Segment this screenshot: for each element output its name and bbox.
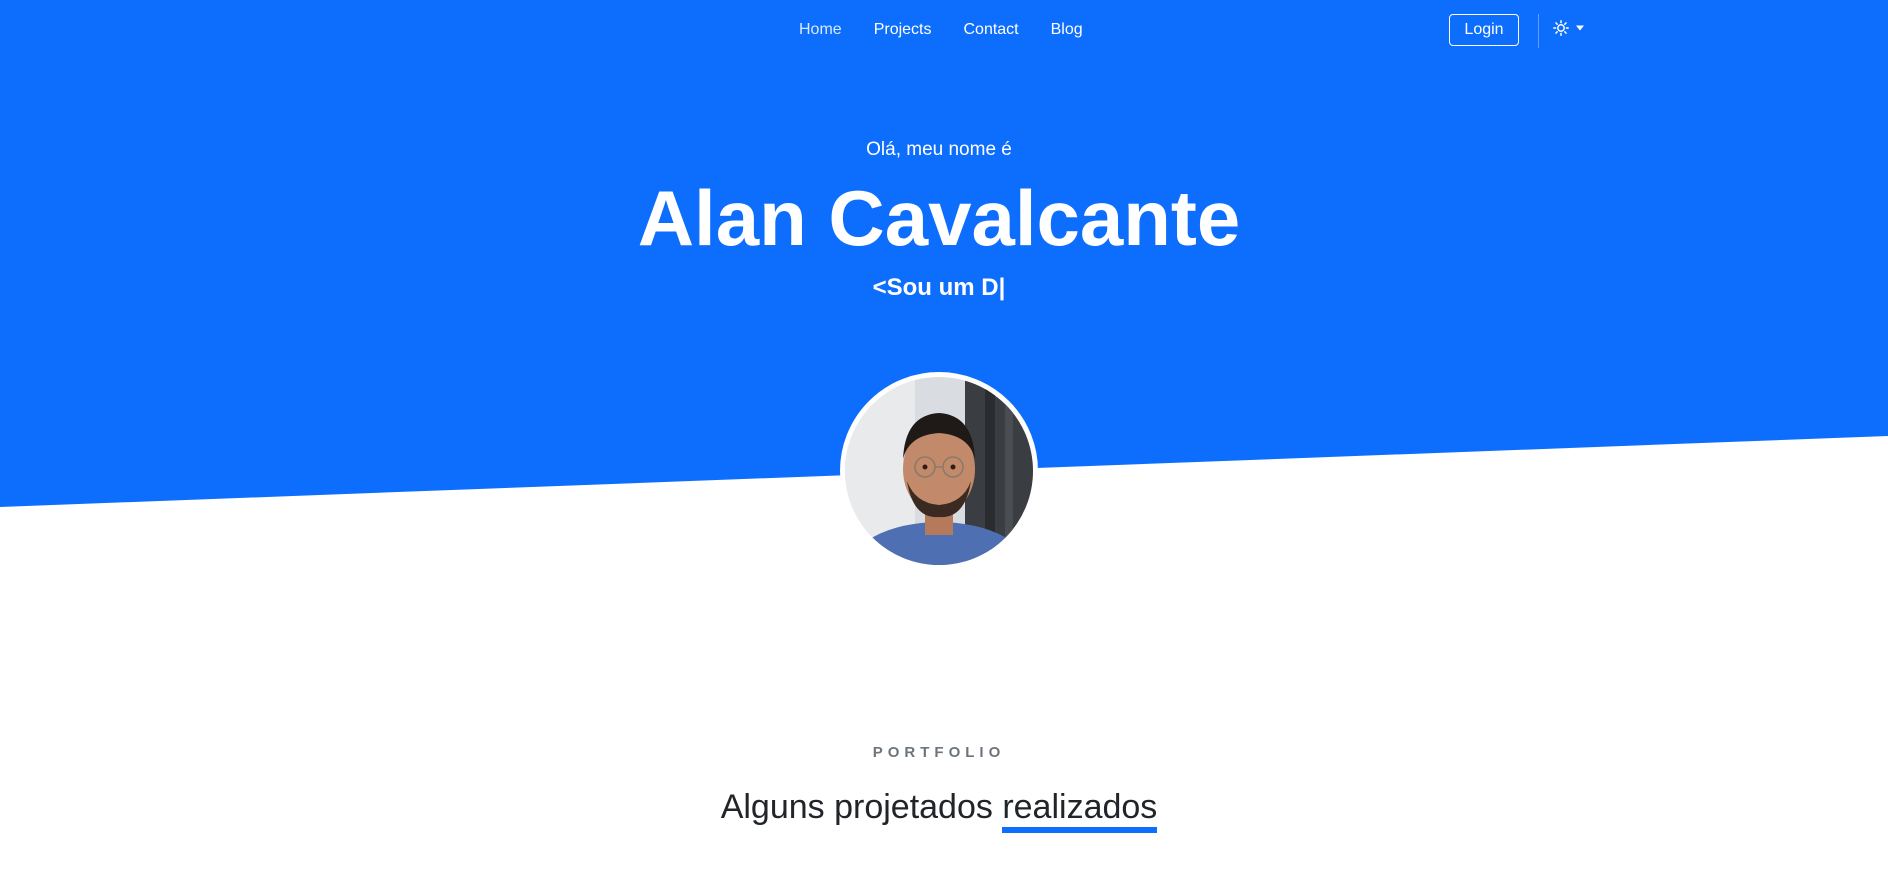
portfolio-title: Alguns projetados realizados xyxy=(0,787,1878,833)
nav-link-contact[interactable]: Contact xyxy=(963,21,1018,39)
nav-link-home[interactable]: Home xyxy=(799,21,842,39)
login-button[interactable]: Login xyxy=(1449,14,1519,46)
avatar xyxy=(840,372,1038,570)
nav-link-blog[interactable]: Blog xyxy=(1051,21,1083,39)
profile-photo xyxy=(845,377,1033,565)
caret-down-icon xyxy=(1576,25,1584,31)
hero-greeting: Olá, meu nome é xyxy=(866,139,1012,160)
nav-link-projects[interactable]: Projects xyxy=(874,21,932,39)
nav-divider xyxy=(1538,14,1539,48)
hero-name: Alan Cavalcante xyxy=(637,174,1241,262)
sun-icon xyxy=(1553,20,1569,36)
navbar: Home Projects Contact Blog Login xyxy=(0,0,1888,62)
theme-toggle-button[interactable] xyxy=(1553,20,1585,36)
typed-tagline: <Sou um D| xyxy=(872,274,1006,301)
nav-links: Home Projects Contact Blog xyxy=(799,21,1083,39)
portfolio-eyebrow: PORTFOLIO xyxy=(872,744,1006,761)
portfolio-title-highlight: realizados xyxy=(1002,787,1158,833)
portfolio-title-prefix: Alguns projetados xyxy=(720,788,993,826)
